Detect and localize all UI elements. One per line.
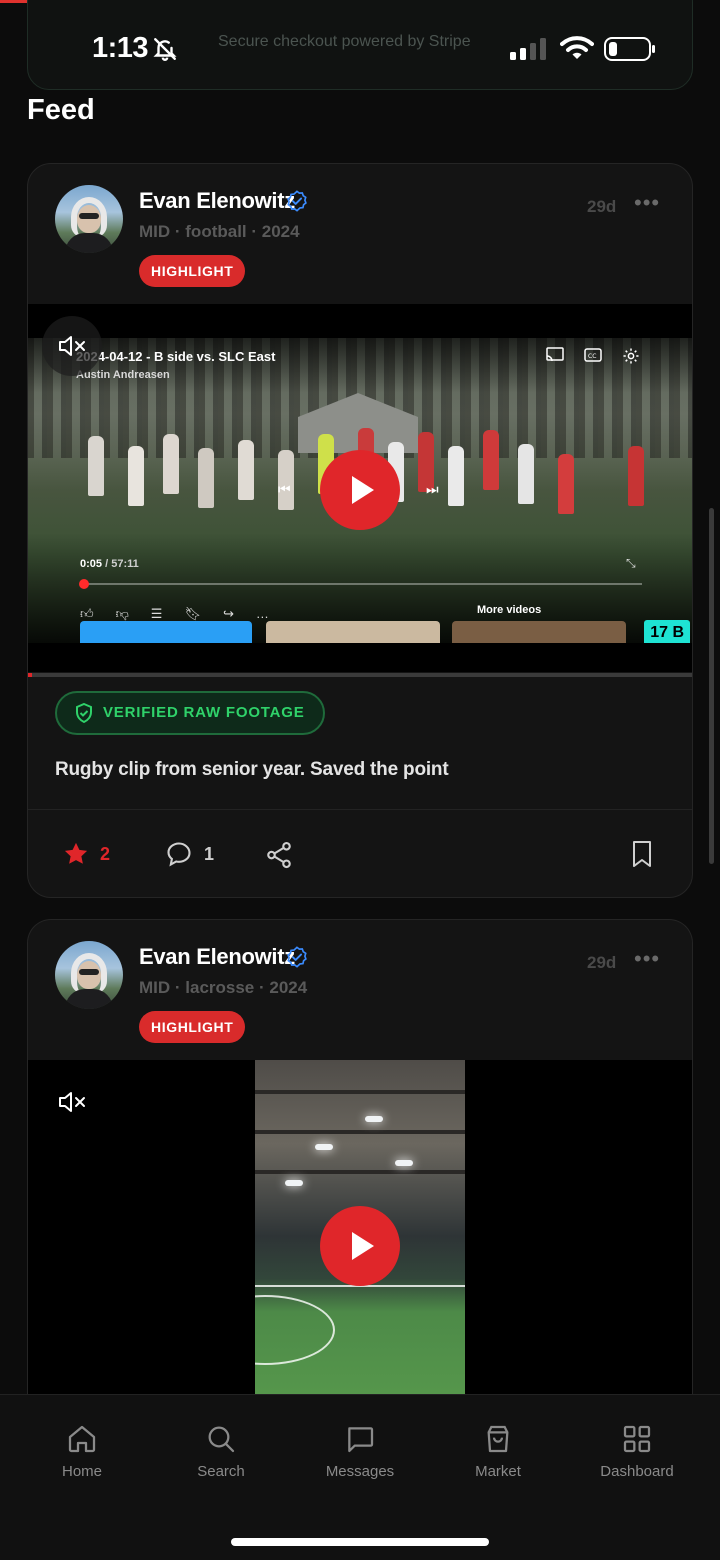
scrollbar[interactable] <box>709 508 714 864</box>
comment-button[interactable]: 1 <box>164 840 214 868</box>
embedded-video-time: 0:05 / 57:11 <box>80 558 139 570</box>
nav-dashboard-label: Dashboard <box>600 1463 674 1480</box>
cast-icon[interactable] <box>546 347 564 363</box>
more-videos-label[interactable]: More videos <box>477 604 541 616</box>
home-icon <box>68 1425 96 1453</box>
video-player[interactable]: 2024-04-12 - B side vs. SLC East Austin … <box>28 304 692 672</box>
suggested-video-thumb[interactable] <box>266 621 440 643</box>
more-options-icon[interactable]: ••• <box>634 948 660 970</box>
embedded-video-channel[interactable]: Austin Andreasen <box>76 369 170 381</box>
author-name[interactable]: Evan Elenowitz <box>139 188 295 214</box>
battery-icon <box>604 37 655 61</box>
suggested-video-label: 17 B <box>644 620 690 643</box>
scrubber-handle[interactable] <box>79 579 89 589</box>
avatar[interactable] <box>55 185 123 253</box>
mute-button[interactable] <box>42 316 102 376</box>
settings-gear-icon[interactable] <box>622 347 640 365</box>
bookmark-icon <box>633 841 651 867</box>
home-indicator <box>231 1538 489 1546</box>
description-icon[interactable]: ☰ <box>151 606 163 622</box>
embedded-video-top-controls: CC <box>546 347 640 365</box>
nav-messages[interactable]: Messages <box>300 1423 420 1480</box>
muted-speaker-icon <box>59 1092 85 1112</box>
more-options-icon[interactable]: ••• <box>634 192 660 214</box>
comment-icon <box>167 842 191 867</box>
play-button[interactable] <box>320 1206 400 1286</box>
mute-button[interactable] <box>42 1072 102 1132</box>
star-count: 2 <box>100 843 111 864</box>
play-button[interactable] <box>320 450 400 530</box>
post-caption: Rugby clip from senior year. Saved the p… <box>55 759 449 780</box>
bottom-nav: Home Search Messages Market Dashboard <box>0 1394 720 1560</box>
checkout-note: Secure checkout powered by Stripe <box>218 33 471 50</box>
star-button[interactable]: 2 <box>62 840 110 868</box>
svg-text:CC: CC <box>588 353 596 360</box>
video-progress-bar[interactable] <box>28 673 692 677</box>
verified-footage-label: VERIFIED RAW FOOTAGE <box>103 704 305 721</box>
post-meta: MID · lacrosse · 2024 <box>139 978 308 997</box>
nav-search-label: Search <box>197 1463 245 1480</box>
suggested-video-thumb[interactable] <box>80 621 252 643</box>
nav-home[interactable]: Home <box>22 1423 142 1480</box>
video-progress-fill <box>28 673 32 677</box>
dislike-icon[interactable]: 👎︎ <box>116 606 129 622</box>
captions-icon[interactable]: CC <box>584 347 602 363</box>
feed-title: Feed <box>27 94 95 126</box>
author-name[interactable]: Evan Elenowitz <box>139 944 295 970</box>
shield-check-icon <box>76 703 92 723</box>
exit-fullscreen-icon[interactable]: ⤡ <box>626 556 636 571</box>
share-icon <box>267 841 291 869</box>
verified-badge-icon <box>287 190 307 212</box>
verified-footage-badge: VERIFIED RAW FOOTAGE <box>55 691 325 735</box>
status-time: 1:13 <box>92 32 149 64</box>
dashboard-grid-icon <box>623 1425 651 1453</box>
share-arrow-icon[interactable]: ↪ <box>223 606 234 622</box>
feed-post: Evan Elenowitz MID · football · 2024 HIG… <box>27 163 693 898</box>
highlight-badge: HIGHLIGHT <box>139 1011 246 1043</box>
more-icon[interactable]: … <box>256 606 269 622</box>
next-icon[interactable]: ⏭ <box>426 481 439 498</box>
post-meta: MID · football · 2024 <box>139 222 300 241</box>
messages-icon <box>348 1427 374 1453</box>
divider <box>28 809 692 810</box>
signal-icon <box>510 38 546 60</box>
nav-search[interactable]: Search <box>161 1423 281 1480</box>
highlight-badge: HIGHLIGHT <box>139 255 246 287</box>
verified-badge-icon <box>287 946 307 968</box>
suggested-video-thumb[interactable] <box>452 621 626 643</box>
comment-count: 1 <box>204 843 215 864</box>
nav-messages-label: Messages <box>325 1463 395 1480</box>
save-icon[interactable]: 🔖︎ <box>184 606 201 622</box>
post-time-ago: 29d <box>587 197 617 216</box>
avatar[interactable] <box>55 941 123 1009</box>
nav-market-label: Market <box>475 1463 521 1480</box>
muted-speaker-icon <box>59 336 85 356</box>
embedded-video-actions: 👍︎ 👎︎ ☰ 🔖︎ ↪ … <box>80 606 269 622</box>
bookmark-button[interactable] <box>630 840 654 868</box>
market-bag-icon <box>487 1425 509 1453</box>
embedded-video-scrubber[interactable] <box>80 583 642 585</box>
share-button[interactable] <box>264 840 294 870</box>
post-time-ago: 29d <box>587 953 617 972</box>
like-icon[interactable]: 👍︎ <box>80 606 94 622</box>
embedded-video-title[interactable]: 2024-04-12 - B side vs. SLC East <box>76 349 275 364</box>
nav-home-label: Home <box>61 1463 102 1480</box>
wifi-icon <box>560 36 594 59</box>
nav-market[interactable]: Market <box>438 1423 558 1480</box>
star-icon <box>64 842 88 864</box>
previous-icon[interactable]: ⏮ <box>278 481 291 498</box>
search-icon <box>208 1426 235 1453</box>
bell-slash-icon <box>153 38 177 61</box>
nav-dashboard[interactable]: Dashboard <box>577 1423 697 1480</box>
